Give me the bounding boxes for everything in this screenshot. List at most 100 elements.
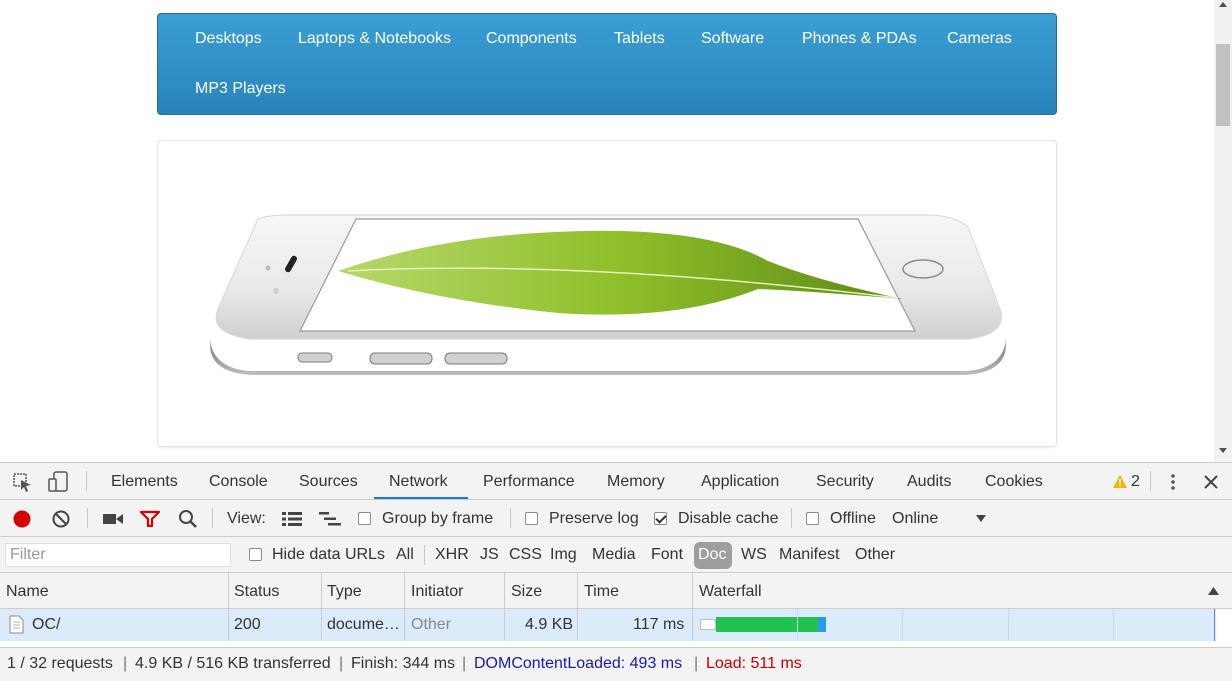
tab-memory[interactable]: Memory (607, 473, 665, 491)
offline-label[interactable]: Offline (830, 510, 876, 528)
web-page: Desktops Laptops & Notebooks Components … (0, 0, 1232, 462)
cell-initiator: Other (411, 616, 452, 633)
filter-icon[interactable] (139, 510, 161, 528)
more-options-icon[interactable] (1168, 473, 1178, 491)
filter-type-js[interactable]: JS (480, 546, 499, 564)
column-header-waterfall[interactable]: Waterfall (699, 583, 762, 601)
filter-type-all[interactable]: All (396, 546, 414, 564)
column-header-name[interactable]: Name (6, 583, 49, 601)
filter-type-ws[interactable]: WS (741, 546, 767, 564)
tab-sources[interactable]: Sources (299, 473, 358, 491)
status-requests: 1 / 32 requests (7, 655, 113, 672)
chevron-down-icon[interactable] (975, 514, 987, 523)
slideshow-banner[interactable] (157, 140, 1057, 447)
large-rows-icon[interactable] (281, 511, 303, 527)
menu-item-desktops[interactable]: Desktops (195, 30, 262, 48)
filter-input[interactable] (5, 543, 231, 567)
column-header-type[interactable]: Type (327, 583, 362, 601)
hide-data-urls-checkbox[interactable] (249, 548, 262, 561)
tab-security[interactable]: Security (816, 473, 874, 491)
warning-icon[interactable] (1112, 474, 1128, 489)
disable-cache-checkbox[interactable] (654, 512, 667, 525)
throttling-select[interactable]: Online (892, 510, 938, 528)
column-divider[interactable] (692, 573, 693, 641)
column-header-initiator[interactable]: Initiator (411, 583, 463, 601)
column-divider[interactable] (504, 573, 505, 641)
cell-size: 4.9 KB (525, 616, 574, 633)
offline-checkbox[interactable] (806, 512, 819, 525)
menu-item-cameras[interactable]: Cameras (947, 30, 1012, 48)
search-icon[interactable] (178, 509, 198, 529)
view-label: View: (227, 510, 266, 527)
network-filterbar: Hide data URLs All XHR JS CSS Img Media … (0, 537, 1232, 573)
tabbar-separator-right (1150, 471, 1151, 491)
waterfall-download-segment (818, 617, 826, 632)
table-row[interactable]: OC/ 200 docume… Other 4.9 KB 117 ms (0, 609, 1216, 641)
filter-type-other[interactable]: Other (855, 546, 895, 564)
overview-icon[interactable] (318, 511, 342, 527)
filter-separator (424, 545, 425, 565)
group-by-frame-checkbox[interactable] (358, 512, 371, 525)
status-finish: Finish: 344 ms (351, 655, 456, 672)
scroll-down-icon[interactable] (1219, 448, 1227, 453)
filter-type-doc[interactable]: Doc (698, 546, 726, 564)
group-by-frame-label[interactable]: Group by frame (382, 510, 493, 528)
cell-time: 117 ms (633, 616, 685, 633)
menu-item-phones[interactable]: Phones & PDAs (802, 30, 917, 48)
tab-network[interactable]: Network (389, 473, 448, 491)
preserve-log-checkbox[interactable] (525, 512, 538, 525)
capture-screenshots-icon[interactable] (102, 511, 124, 527)
document-icon (9, 615, 24, 634)
menu-item-laptops[interactable]: Laptops & Notebooks (298, 30, 451, 48)
devtools-tabbar: Elements Console Sources Network Perform… (0, 463, 1232, 500)
column-header-size[interactable]: Size (511, 583, 542, 601)
column-divider[interactable] (321, 573, 322, 641)
phone-image (209, 214, 1007, 375)
menu-item-mp3[interactable]: MP3 Players (195, 80, 286, 98)
device-toolbar-icon[interactable] (48, 471, 70, 493)
page-scrollbar[interactable] (1214, 0, 1232, 462)
disable-cache-label[interactable]: Disable cache (678, 510, 779, 528)
category-menu: Desktops Laptops & Notebooks Components … (157, 13, 1057, 115)
filter-type-manifest[interactable]: Manifest (779, 546, 839, 564)
preserve-log-label[interactable]: Preserve log (549, 510, 639, 528)
tab-cookies[interactable]: Cookies (985, 473, 1043, 491)
filter-type-xhr[interactable]: XHR (435, 546, 469, 564)
cell-name[interactable]: OC/ (32, 616, 60, 634)
menu-item-tablets[interactable]: Tablets (614, 30, 665, 48)
menu-item-software[interactable]: Software (701, 30, 764, 48)
column-header-time[interactable]: Time (584, 583, 619, 601)
tab-console[interactable]: Console (209, 473, 268, 491)
tab-audits[interactable]: Audits (907, 473, 951, 491)
sort-ascending-icon[interactable] (1207, 586, 1220, 596)
requests-table-header: Name Status Type Initiator Size Time Wat… (0, 573, 1232, 609)
toolbar-separator (791, 508, 792, 528)
hide-data-urls-label[interactable]: Hide data URLs (272, 546, 385, 564)
close-devtools-icon[interactable] (1203, 474, 1219, 490)
tabbar-separator (86, 471, 87, 491)
column-divider[interactable] (228, 573, 229, 641)
tab-performance[interactable]: Performance (483, 473, 575, 491)
column-divider[interactable] (577, 573, 578, 641)
column-divider[interactable] (404, 573, 405, 641)
inspect-element-icon[interactable] (13, 473, 33, 493)
status-dom-content-loaded: DOMContentLoaded: 493 ms (474, 655, 683, 672)
tab-elements[interactable]: Elements (111, 473, 178, 491)
warning-count[interactable]: 2 (1131, 473, 1140, 491)
clear-icon[interactable] (51, 509, 71, 529)
filter-type-img[interactable]: Img (550, 546, 577, 564)
filter-type-media[interactable]: Media (592, 546, 636, 564)
status-divider: | (123, 655, 128, 672)
network-toolbar: View: Group by frame Preserve log Disabl… (0, 500, 1232, 537)
filter-type-font[interactable]: Font (651, 546, 683, 564)
record-icon[interactable] (12, 509, 32, 529)
cell-type: docume… (327, 616, 400, 633)
waterfall-gridline (1113, 609, 1114, 641)
menu-item-components[interactable]: Components (486, 30, 577, 48)
scroll-thumb[interactable] (1216, 44, 1230, 126)
tab-application[interactable]: Application (701, 473, 779, 491)
scroll-up-icon[interactable] (1219, 2, 1227, 7)
network-status-bar: 1 / 32 requests | 4.9 KB / 516 KB transf… (0, 647, 1232, 681)
filter-type-css[interactable]: CSS (509, 546, 542, 564)
column-header-status[interactable]: Status (234, 583, 279, 601)
